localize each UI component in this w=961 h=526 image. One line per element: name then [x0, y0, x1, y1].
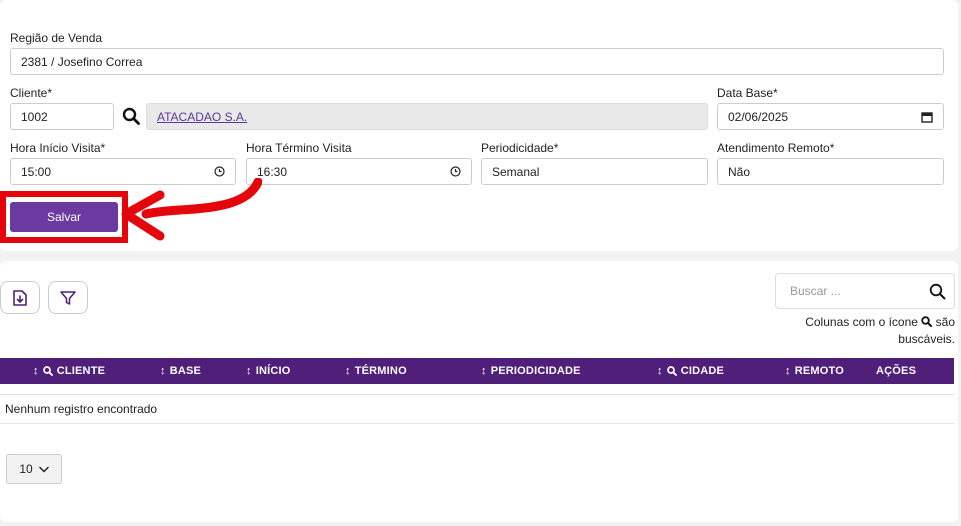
hora-termino-value: 16:30: [257, 164, 288, 179]
cliente-name-link[interactable]: ATACADAO S.A.: [157, 110, 697, 124]
export-button[interactable]: [0, 281, 40, 314]
periodicidade-label: Periodicidade*: [481, 141, 559, 155]
col-termino-label: TÉRMINO: [354, 365, 407, 377]
sort-icon: ↕: [481, 365, 487, 377]
hora-termino-field[interactable]: 16:30: [246, 158, 472, 185]
search-icon: [921, 316, 933, 327]
search-placeholder: Buscar ...: [790, 284, 841, 298]
table-empty-row: Nenhum registro encontrado: [0, 394, 954, 424]
col-periodicidade-label: PERIODICIDADE: [490, 365, 581, 377]
col-base-label: BASE: [169, 365, 202, 377]
clock-icon[interactable]: [214, 166, 225, 177]
data-base-value: 02/06/2025: [728, 109, 789, 124]
sort-icon: ↕: [246, 365, 252, 377]
col-termino[interactable]: ↕ TÉRMINO: [345, 358, 407, 384]
search-icon: [42, 366, 53, 376]
hora-inicio-value: 15:00: [21, 164, 52, 179]
empty-message: Nenhum registro encontrado: [5, 402, 158, 416]
sort-icon: ↕: [785, 365, 791, 377]
search-hint-prefix: Colunas com o ícone: [805, 315, 918, 329]
atendimento-select[interactable]: Não: [717, 158, 944, 185]
col-inicio-label: INÍCIO: [255, 365, 291, 377]
sort-icon: ↕: [33, 365, 39, 377]
sort-icon: ↕: [345, 365, 351, 377]
regiao-label: Região de Venda: [10, 31, 103, 45]
col-remoto-label: REMOTO: [794, 365, 844, 377]
atendimento-label: Atendimento Remoto*: [717, 141, 835, 155]
col-inicio[interactable]: ↕ INÍCIO: [246, 358, 291, 384]
filter-icon: [60, 290, 76, 305]
hora-inicio-label: Hora Início Visita*: [10, 141, 106, 155]
col-acoes-label: AÇÕES: [876, 365, 917, 377]
search-icon[interactable]: [929, 283, 946, 300]
table-header: ↕ CLIENTE ↕ BASE ↕ INÍCIO ↕ TÉRMINO ↕ PE…: [0, 358, 954, 384]
chevron-down-icon: [38, 466, 49, 473]
page-size-select[interactable]: 10: [6, 454, 62, 484]
search-icon: [666, 366, 677, 376]
clock-icon[interactable]: [450, 166, 461, 177]
list-search-input[interactable]: Buscar ...: [775, 273, 955, 309]
atendimento-value: Não: [728, 164, 751, 179]
col-cliente-label: CLIENTE: [56, 365, 106, 377]
hora-termino-label: Hora Término Visita: [246, 141, 352, 155]
sort-icon: ↕: [160, 365, 166, 377]
regiao-field[interactable]: 2381 / Josefino Correa: [10, 48, 944, 75]
periodicidade-select[interactable]: Semanal: [481, 158, 708, 185]
cliente-code-field[interactable]: 1002: [10, 103, 114, 130]
cliente-code-value: 1002: [21, 109, 48, 124]
col-remoto[interactable]: ↕ REMOTO: [785, 358, 844, 384]
cliente-name-field: ATACADAO S.A.: [146, 103, 708, 130]
col-periodicidade[interactable]: ↕ PERIODICIDADE: [481, 358, 581, 384]
periodicidade-value: Semanal: [492, 164, 540, 179]
sort-icon: ↕: [657, 365, 663, 377]
calendar-icon[interactable]: [921, 111, 933, 123]
cliente-label: Cliente*: [10, 86, 53, 100]
col-base[interactable]: ↕ BASE: [160, 358, 201, 384]
col-cidade-label: CIDADE: [680, 365, 725, 377]
annotation-arrow-icon: [121, 178, 262, 241]
col-acoes: AÇÕES: [876, 358, 916, 384]
col-cidade[interactable]: ↕ CIDADE: [657, 358, 724, 384]
save-button[interactable]: Salvar: [10, 202, 118, 232]
data-base-field[interactable]: 02/06/2025: [717, 103, 944, 130]
filter-button[interactable]: [48, 281, 88, 314]
cliente-search-button[interactable]: [117, 102, 145, 129]
regiao-value: 2381 / Josefino Correa: [21, 54, 143, 69]
export-icon: [13, 289, 27, 306]
search-hint: Colunas com o ícone são buscáveis.: [785, 314, 955, 348]
data-base-label: Data Base*: [717, 86, 778, 100]
search-icon: [122, 107, 140, 125]
page-size-value: 10: [19, 462, 33, 476]
col-cliente[interactable]: ↕ CLIENTE: [33, 358, 105, 384]
